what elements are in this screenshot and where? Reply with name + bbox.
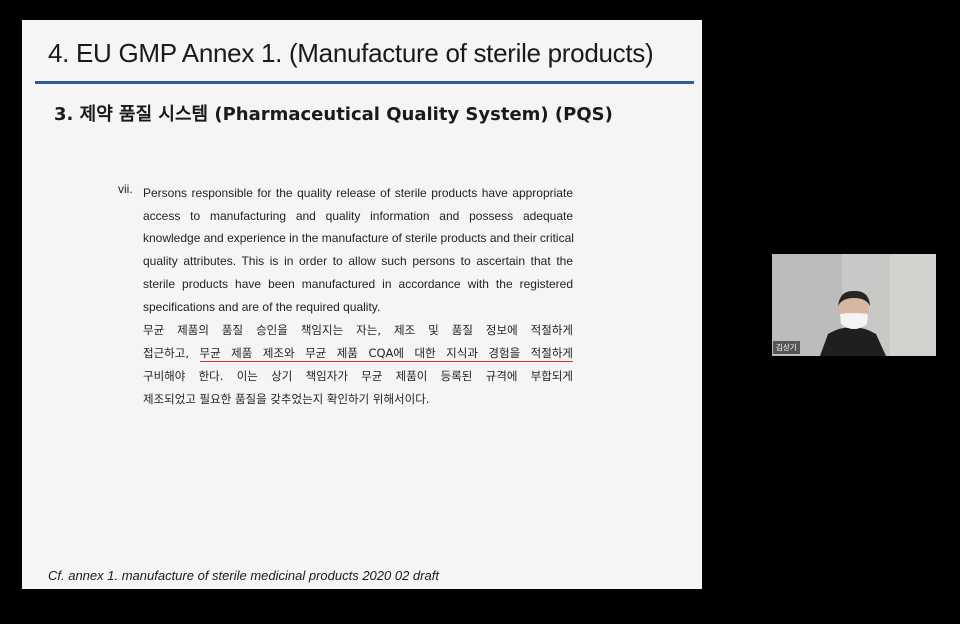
title-divider <box>35 81 694 84</box>
english-text-line: specifications and are of the required q… <box>143 299 381 314</box>
english-text-line: quality attributes. This is in order to … <box>143 254 573 269</box>
section-heading: 3. 제약 품질 시스템 (Pharmaceutical Quality Sys… <box>54 104 613 125</box>
slide-title: 4. EU GMP Annex 1. (Manufacture of steri… <box>48 38 654 68</box>
item-body: Persons responsible for the quality rele… <box>143 182 574 411</box>
slide-footnote: Cf. annex 1. manufacture of sterile medi… <box>48 568 439 583</box>
korean-text-line: 접근하고, 무균 제품 제조와 무균 제품 CQA에 대한 지식과 경험을 적절… <box>143 342 573 365</box>
korean-text-plain: 접근하고, <box>143 346 200 361</box>
underlined-highlight-text: 무균 제품 제조와 무균 제품 CQA에 대한 지식과 경험을 적절하게 <box>199 346 573 363</box>
english-text-line: sterile products have been manufactured … <box>143 276 573 291</box>
participant-video-tile[interactable]: 김상기 <box>772 254 936 356</box>
english-text-line: knowledge and experience in the manufact… <box>143 231 574 246</box>
english-text-line: access to manufacturing and quality info… <box>143 208 573 223</box>
korean-text-line: 구비해야 한다. 이는 상기 책임자가 무균 제품이 등록된 규격에 부합되게 <box>143 369 573 384</box>
participant-name-tag: 김상기 <box>773 341 800 354</box>
presentation-slide: 4. EU GMP Annex 1. (Manufacture of steri… <box>22 20 702 589</box>
item-numeral: vii. <box>118 182 133 196</box>
english-text-line: Persons responsible for the quality rele… <box>143 186 573 200</box>
korean-text-line: 제조되었고 필요한 품질을 갖추었는지 확인하기 위해서이다. <box>143 392 430 407</box>
korean-text-line: 무균 제품의 품질 승인을 책임지는 자는, 제조 및 품질 정보에 적절하게 <box>143 323 573 338</box>
